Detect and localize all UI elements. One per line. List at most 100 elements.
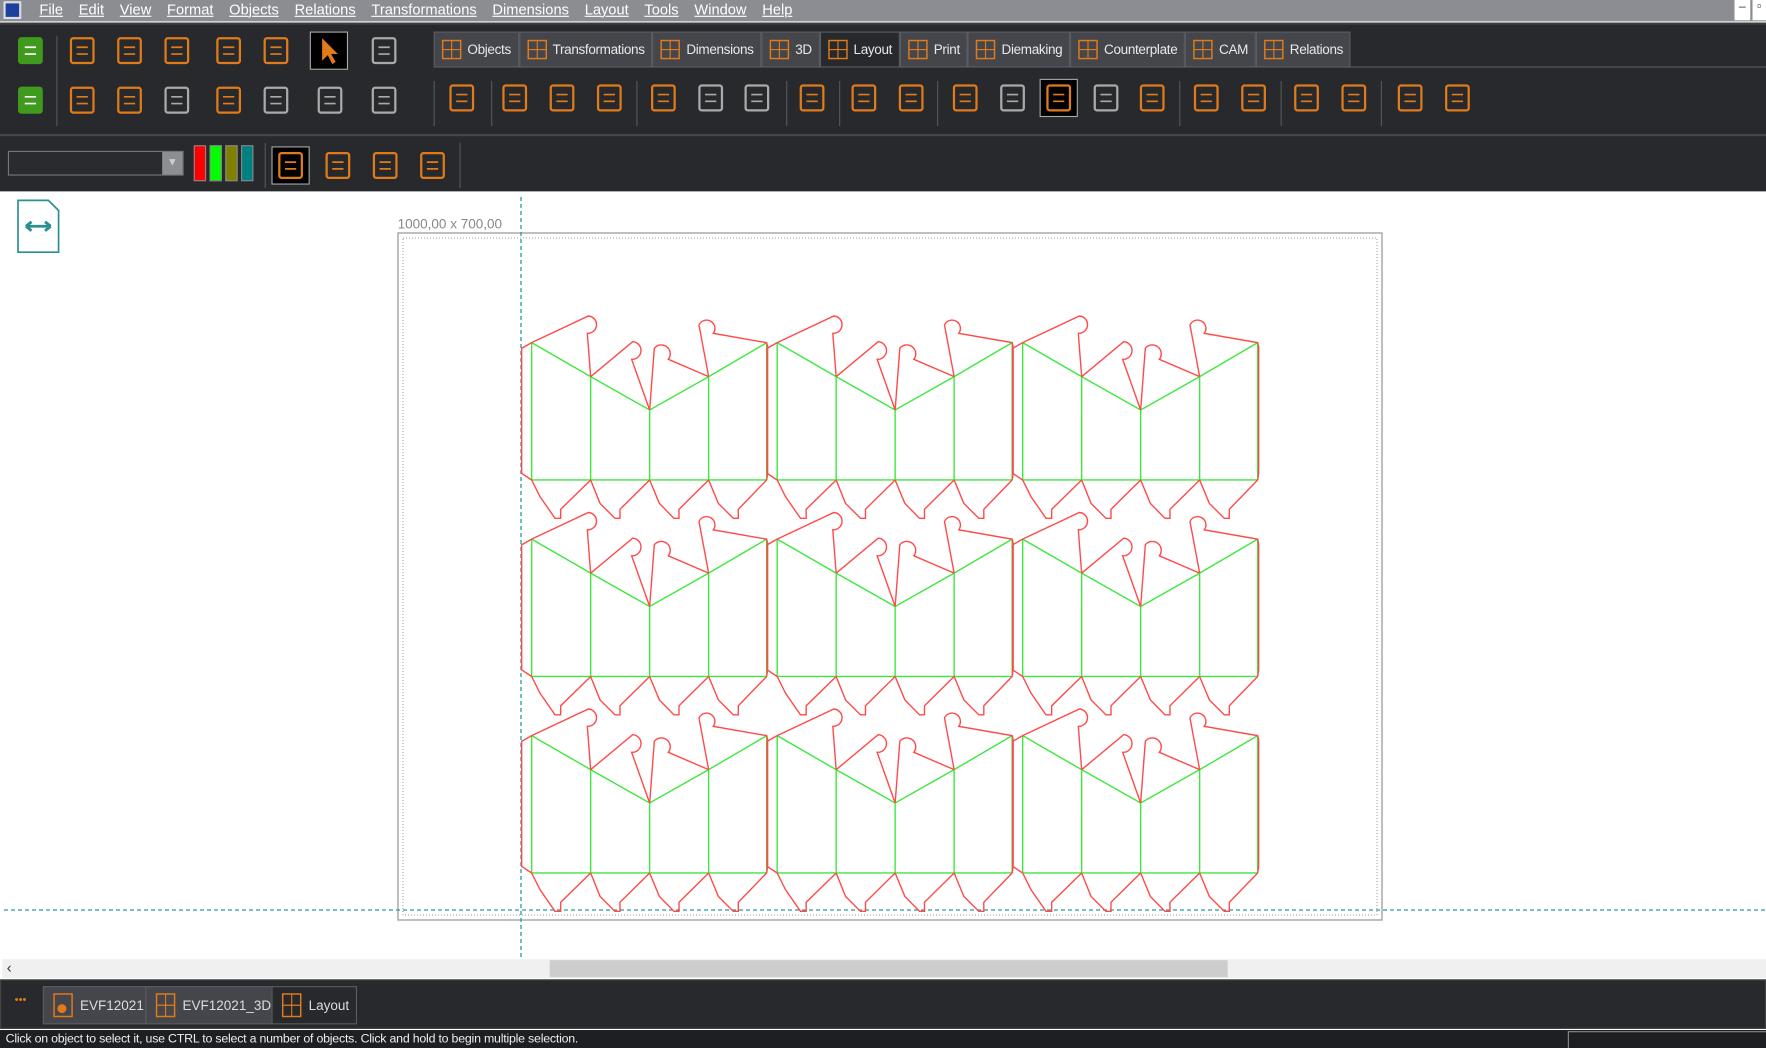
layout-new-icon[interactable] (443, 79, 481, 117)
sheet-size-icon[interactable] (17, 199, 60, 254)
bridge-icon[interactable] (1133, 79, 1171, 117)
divider (264, 142, 266, 188)
open-folder-icon[interactable] (110, 32, 148, 70)
scrollbar-thumb[interactable] (549, 960, 1228, 978)
tab-label: Dimensions (686, 41, 754, 58)
zoom-window-icon[interactable] (257, 81, 295, 119)
refresh-icon[interactable] (158, 81, 196, 119)
more-tabs-button[interactable]: ••• (15, 994, 27, 1006)
ungroup-icon[interactable] (319, 146, 357, 184)
blank-icon[interactable] (1391, 79, 1429, 117)
doc-tab-layout[interactable]: Layout (271, 986, 358, 1025)
box-3d-icon[interactable] (63, 81, 101, 119)
layer-combo[interactable]: ▼ (7, 150, 184, 176)
tab-relations[interactable]: Relations (1255, 31, 1351, 68)
divider (636, 81, 638, 127)
align-icon[interactable] (738, 79, 776, 117)
horizontal-scrollbar[interactable]: ‹ (2, 959, 1766, 979)
tab-counterplate[interactable]: Counterplate (1070, 31, 1186, 68)
app-icon[interactable] (3, 1, 22, 20)
tab-diemaking[interactable]: Diemaking (967, 31, 1071, 68)
numbering-icon[interactable] (496, 79, 534, 117)
edit-folder-icon[interactable] (11, 81, 49, 119)
drawing-canvas[interactable] (2, 193, 1766, 960)
restore-button[interactable]: ▫ (1752, 0, 1766, 21)
doc-tab-label: EVF12021 (79, 997, 144, 1014)
doc-tab-evf12021[interactable]: EVF12021 (42, 986, 152, 1025)
lasso-icon[interactable] (366, 146, 404, 184)
menu-help[interactable]: Help (754, 1, 800, 18)
menu-window[interactable]: Window (687, 1, 755, 18)
divider (459, 142, 461, 188)
frame-icon[interactable] (845, 79, 883, 117)
layout-active-icon[interactable] (1039, 78, 1078, 118)
color-swatch[interactable] (193, 145, 207, 182)
menu-layout[interactable]: Layout (577, 1, 637, 18)
zoom-icon[interactable] (209, 32, 247, 70)
doc-tab-label: Layout (308, 997, 350, 1014)
save-icon[interactable] (158, 32, 196, 70)
diemaking-icon (976, 39, 996, 60)
rotate-icon[interactable] (590, 79, 628, 117)
layout-grid-icon (828, 39, 848, 60)
frame-select-icon[interactable] (892, 79, 930, 117)
scale-icon[interactable] (793, 79, 831, 117)
stack-icon[interactable] (1187, 79, 1225, 117)
zoom-fit-icon[interactable] (209, 81, 247, 119)
minimize-button[interactable]: – (1734, 0, 1751, 21)
chevron-down-icon[interactable]: ▼ (162, 151, 183, 175)
menu-transformations[interactable]: Transformations (364, 1, 485, 18)
color-swatch[interactable] (241, 145, 254, 182)
status-bar: Click on object to select it, use CTRL t… (0, 1030, 1766, 1048)
scroll-left-icon[interactable]: ‹ (7, 959, 12, 976)
new-file-icon[interactable] (63, 32, 101, 70)
tab-label: Relations (1289, 41, 1344, 58)
copy-icon[interactable] (644, 79, 682, 117)
select-pointer-icon[interactable] (309, 31, 349, 70)
doc-tab-evf12021_3d[interactable]: EVF12021_3D (145, 986, 280, 1025)
divider (56, 36, 58, 127)
tab-dimensions[interactable]: Dimensions (652, 31, 762, 68)
toolbar: Objects Transformations Dimensions 3D Layout… (0, 22, 1766, 192)
columns-icon[interactable] (1234, 79, 1272, 117)
color-swatch[interactable] (225, 145, 238, 182)
tab-layout[interactable]: Layout (819, 31, 900, 68)
filter-icon[interactable] (413, 146, 451, 184)
dots-layout-icon[interactable] (993, 79, 1031, 117)
menu-view[interactable]: View (112, 1, 159, 18)
nest-icon[interactable] (1287, 79, 1325, 117)
menu-tools[interactable]: Tools (637, 1, 687, 18)
blank-multi-icon[interactable] (1438, 79, 1476, 117)
divider (433, 66, 1766, 68)
tab-objects[interactable]: Objects (433, 31, 519, 68)
menu-objects[interactable]: Objects (221, 1, 286, 18)
menu-dimensions[interactable]: Dimensions (485, 1, 577, 18)
redo-icon[interactable] (365, 81, 403, 119)
list-view-icon[interactable] (311, 81, 349, 119)
tab-print[interactable]: Print (899, 31, 968, 68)
duplicate-icon[interactable] (692, 79, 730, 117)
divider (1179, 81, 1181, 127)
undo-icon[interactable] (365, 32, 403, 70)
grid-layout-icon[interactable] (946, 79, 984, 117)
menu-relations[interactable]: Relations (287, 1, 364, 18)
menu-edit[interactable]: Edit (71, 1, 112, 18)
group-select-icon[interactable] (271, 146, 310, 185)
rows-icon[interactable] (1087, 79, 1125, 117)
cam-icon (1193, 39, 1214, 60)
app-logo-icon[interactable] (11, 32, 49, 70)
3d-box-icon (155, 993, 176, 1018)
check-icon[interactable] (543, 79, 581, 117)
menu-format[interactable]: Format (159, 1, 221, 18)
menu-file[interactable]: File (32, 1, 71, 18)
relations-icon (1264, 39, 1284, 60)
pick-icon[interactable] (1335, 79, 1373, 117)
tab-cam[interactable]: CAM (1185, 31, 1256, 68)
divider (937, 81, 939, 127)
tab-3d[interactable]: 3D (761, 31, 820, 68)
color-swatch[interactable] (209, 145, 222, 182)
tab-label: Layout (853, 41, 893, 58)
tab-transformations[interactable]: Transformations (518, 31, 653, 68)
preview-icon[interactable] (110, 81, 148, 119)
zoom-in-icon[interactable] (257, 32, 295, 70)
